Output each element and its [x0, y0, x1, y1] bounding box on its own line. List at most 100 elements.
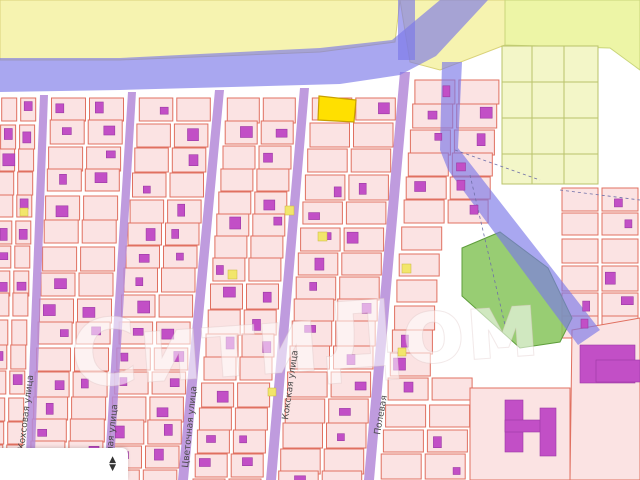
plot-parcel	[382, 429, 424, 453]
plot-parcel	[0, 370, 7, 395]
plot-parcel	[43, 219, 79, 244]
plot-parcel	[262, 97, 296, 124]
plot-parcel	[0, 292, 10, 317]
plot-parcel	[18, 148, 35, 172]
building-footprint	[54, 380, 65, 391]
building-footprint	[95, 101, 104, 114]
building-footprint	[216, 265, 224, 275]
plot-parcel	[0, 194, 14, 218]
plot-parcel	[326, 422, 367, 449]
plot-parcel	[0, 397, 6, 422]
allotment-grid-ne	[501, 45, 599, 185]
building-footprint	[16, 281, 27, 291]
plot-parcel	[601, 212, 639, 236]
building-footprint	[23, 101, 33, 111]
plot-parcel	[561, 265, 599, 292]
building-footprint	[103, 125, 116, 136]
building-footprint	[582, 300, 591, 312]
plot-parcel	[80, 246, 116, 272]
building-footprint	[18, 229, 28, 240]
plot-parcel	[69, 418, 105, 443]
plot-parcel	[385, 404, 427, 428]
plot-parcel	[48, 146, 84, 172]
plot-parcel	[129, 199, 165, 224]
building-footprint	[294, 475, 306, 480]
building-footprint	[263, 199, 276, 211]
building-footprint	[199, 458, 211, 467]
building-footprint	[12, 374, 23, 385]
plot-parcel	[165, 222, 200, 246]
building-footprint	[145, 228, 156, 241]
plot-parcel	[83, 195, 119, 221]
plot-parcel	[0, 319, 9, 346]
building-footprint	[273, 216, 283, 226]
cadastral-map[interactable]: СитиДом Кохсовая улица Зеленая улица Цве…	[0, 0, 640, 480]
building-footprint	[427, 110, 438, 120]
zoom-arrows[interactable]: ▲ ▼	[109, 456, 116, 473]
plot-parcel	[136, 123, 171, 148]
plot-parcel	[458, 79, 500, 105]
plot-parcel	[161, 267, 196, 293]
selected-plot[interactable]	[317, 95, 357, 123]
plot-parcel	[89, 97, 124, 122]
plot-parcel	[42, 246, 78, 272]
plot-parcel	[380, 453, 422, 480]
building-footprint	[171, 229, 179, 239]
building-footprint	[469, 204, 479, 215]
plot-parcel	[309, 122, 350, 148]
building-footprint	[624, 219, 633, 229]
plot-parcel	[561, 238, 599, 264]
building-footprint	[604, 271, 616, 285]
building-footprint	[0, 252, 9, 260]
plot-parcel	[345, 201, 387, 225]
building-footprint	[275, 128, 288, 138]
plot-parcel	[169, 172, 204, 198]
building-footprint	[452, 467, 461, 475]
building-footprint	[240, 126, 253, 138]
plot-parcel	[0, 421, 5, 445]
plot-parcel	[232, 429, 266, 454]
plot-parcel	[321, 470, 363, 480]
building-footprint	[206, 435, 216, 443]
plot-parcel	[350, 148, 392, 173]
building-footprint	[479, 106, 493, 119]
plot-parcel	[250, 235, 284, 259]
plot-parcel	[218, 191, 252, 215]
building-footprint	[346, 231, 359, 244]
plot-parcel	[307, 148, 348, 173]
building-footprint	[620, 296, 634, 306]
building-footprint	[106, 150, 116, 159]
chevron-down-icon[interactable]: ▼	[109, 464, 116, 473]
building-footprint	[358, 183, 367, 195]
building-footprint	[456, 162, 466, 172]
building-footprint	[614, 198, 623, 208]
building-footprint	[0, 228, 8, 241]
plot-parcel	[407, 152, 449, 177]
plot-parcel	[280, 448, 321, 475]
plot-parcel	[403, 199, 445, 224]
plot-parcel	[248, 257, 282, 282]
plot-parcel	[220, 168, 254, 192]
plot-parcel	[401, 226, 443, 251]
building-footprint	[0, 351, 4, 361]
building-footprint	[414, 181, 426, 192]
plot-parcel	[134, 147, 169, 173]
building-footprint	[54, 278, 67, 290]
building-footprint	[45, 402, 54, 415]
building-footprint	[176, 252, 184, 261]
building-footprint	[308, 212, 320, 220]
building-footprint	[156, 407, 169, 418]
map-zoom-control[interactable]: ▲ ▼	[0, 448, 128, 480]
building-footprint	[187, 128, 199, 141]
plot-parcel	[353, 122, 394, 148]
building-footprint	[0, 282, 8, 292]
plot-parcel	[348, 174, 389, 201]
plot-parcel	[81, 219, 117, 244]
building-footprint	[154, 448, 164, 461]
plot-parcel	[222, 145, 256, 170]
building-footprint	[177, 203, 185, 217]
building-footprint	[476, 133, 486, 146]
plot-parcel	[405, 176, 447, 200]
building-footprint	[242, 457, 253, 467]
building-footprint	[164, 424, 173, 436]
